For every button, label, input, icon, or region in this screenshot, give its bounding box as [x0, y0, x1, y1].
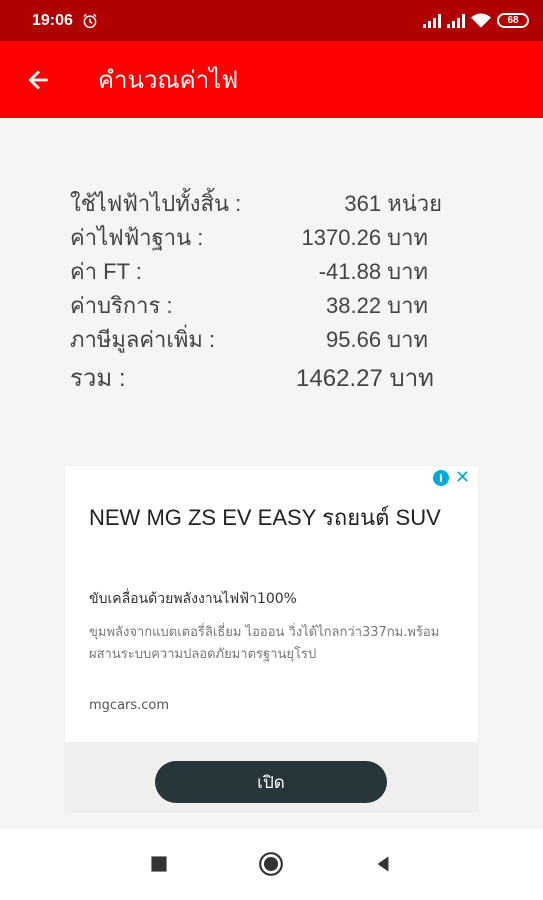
summary-row-ft: ค่า FT : -41.88 บาท — [70, 254, 450, 288]
ad-banner[interactable]: i ✕ NEW MG ZS EV EASY รถยนต์ SUV ขับเคลื… — [65, 466, 478, 812]
ad-description: ขุมพลังจากแบตเตอรี่ลิเธี่ยม ไอออน วิ่งได… — [89, 625, 440, 662]
summary-value: -41.88 บาท — [318, 259, 428, 284]
ad-close-icon[interactable]: ✕ — [455, 469, 470, 487]
total-label: รวม : — [70, 365, 126, 392]
summary-row-service: ค่าบริการ : 38.22 บาท — [70, 288, 450, 322]
home-circle-icon[interactable] — [258, 851, 284, 877]
signal-icon — [447, 13, 465, 28]
system-nav-bar — [0, 829, 543, 900]
alarm-icon — [83, 13, 97, 28]
summary-row-units: ใช้ไฟฟ้าไปทั้งสิ้น : 361 หน่วย — [70, 186, 450, 220]
page-title: คำนวณค่าไฟ — [98, 67, 239, 94]
summary-label: ค่าไฟฟ้าฐาน : — [70, 225, 204, 250]
summary-label: ใช้ไฟฟ้าไปทั้งสิ้น : — [70, 191, 242, 216]
summary-label: ค่าบริการ : — [70, 293, 173, 318]
summary-value: 95.66 บาท — [326, 327, 428, 352]
calculation-summary: ใช้ไฟฟ้าไปทั้งสิ้น : 361 หน่วย ค่าไฟฟ้าฐ… — [70, 186, 450, 392]
signal-icon — [423, 13, 441, 28]
status-bar: 19:06 68 — [0, 0, 543, 41]
recents-square-icon[interactable] — [146, 851, 172, 877]
summary-row-vat: ภาษีมูลค่าเพิ่ม : 95.66 บาท — [70, 322, 450, 356]
summary-label: ภาษีมูลค่าเพิ่ม : — [70, 327, 216, 352]
ad-headline[interactable]: NEW MG ZS EV EASY รถยนต์ SUV — [89, 502, 459, 534]
summary-row-base-charge: ค่าไฟฟ้าฐาน : 1370.26 บาท — [70, 220, 450, 254]
wifi-icon — [471, 13, 491, 28]
total-value: 1462.27 บาท — [296, 365, 434, 392]
ad-subheadline: ขับเคลื่อนด้วยพลังงานไฟฟ้า100% — [89, 591, 297, 607]
back-arrow-icon[interactable] — [26, 67, 52, 93]
summary-value: 361 หน่วย — [344, 191, 442, 216]
ad-open-button[interactable]: เปิด — [155, 761, 387, 803]
ad-info-icon[interactable]: i — [432, 470, 449, 486]
back-triangle-icon[interactable] — [370, 851, 396, 877]
summary-row-total: รวม : 1462.27 บาท — [70, 358, 450, 392]
summary-value: 38.22 บาท — [326, 293, 428, 318]
ad-url[interactable]: mgcars.com — [89, 698, 169, 713]
app-bar: คำนวณค่าไฟ — [0, 41, 543, 118]
ad-choices[interactable]: i ✕ — [432, 469, 470, 487]
ad-cta-area: เปิด — [65, 742, 478, 812]
battery-level: 68 — [507, 15, 519, 26]
summary-label: ค่า FT : — [70, 259, 142, 284]
battery-icon: 68 — [497, 13, 529, 28]
status-time: 19:06 — [32, 11, 73, 29]
summary-value: 1370.26 บาท — [301, 225, 428, 250]
